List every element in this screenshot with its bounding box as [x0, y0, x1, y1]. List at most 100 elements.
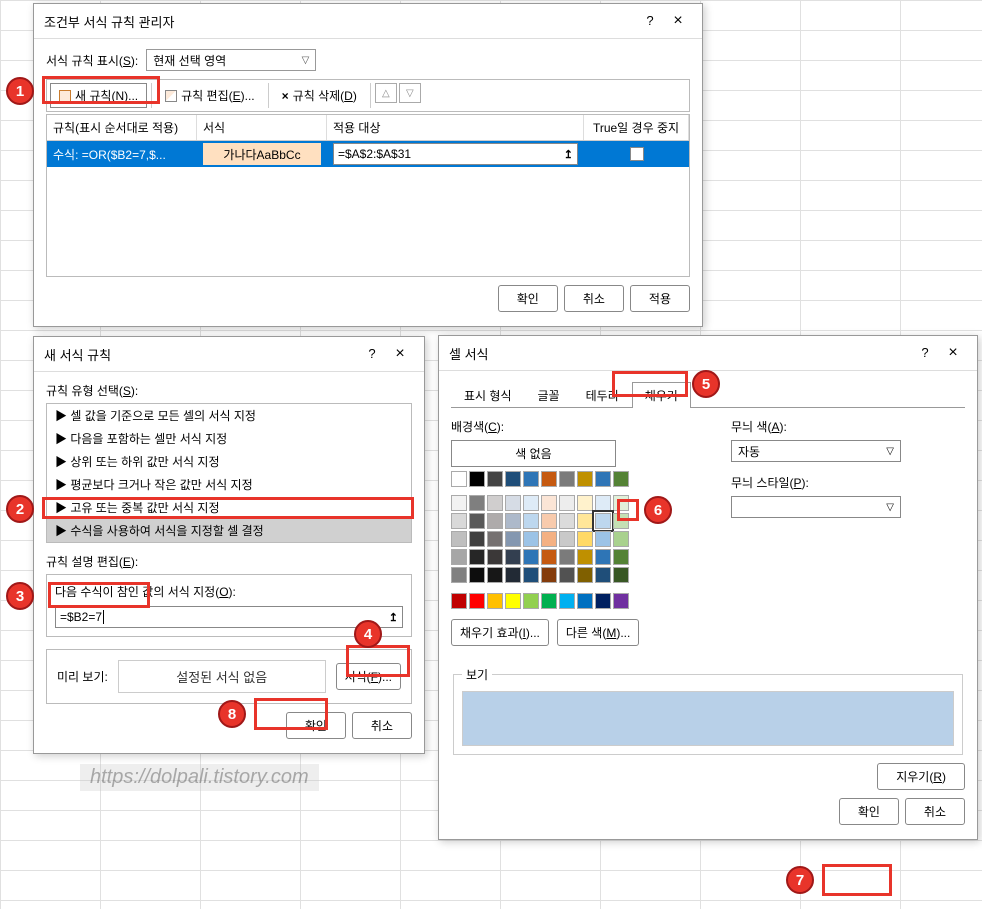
color-swatch[interactable] — [577, 471, 593, 487]
color-swatch[interactable] — [595, 549, 611, 565]
fill-effects-button[interactable]: 채우기 효과(I)... — [451, 619, 549, 646]
color-swatch[interactable] — [505, 495, 521, 511]
color-swatch[interactable] — [613, 531, 629, 547]
color-swatch[interactable] — [595, 513, 611, 529]
color-swatch[interactable] — [613, 495, 629, 511]
color-swatch[interactable] — [505, 567, 521, 583]
ok-button[interactable]: 확인 — [839, 798, 899, 825]
apply-button[interactable]: 적용 — [630, 285, 690, 312]
cancel-button[interactable]: 취소 — [352, 712, 412, 739]
close-icon[interactable]: × — [939, 342, 967, 364]
help-icon[interactable]: ? — [911, 342, 939, 364]
color-swatch[interactable] — [469, 513, 485, 529]
rule-type-item[interactable]: ▶ 셀 값을 기준으로 모든 셀의 서식 지정 — [47, 404, 411, 427]
color-swatch[interactable] — [577, 567, 593, 583]
applies-to-input[interactable]: =$A$2:$A$31 ↥ — [333, 143, 578, 165]
color-swatch[interactable] — [451, 567, 467, 583]
color-swatch[interactable] — [541, 593, 557, 609]
color-swatch[interactable] — [577, 513, 593, 529]
color-swatch[interactable] — [613, 567, 629, 583]
color-swatch[interactable] — [541, 513, 557, 529]
color-swatch[interactable] — [469, 567, 485, 583]
color-swatch[interactable] — [469, 531, 485, 547]
tab-border[interactable]: 테두리 — [573, 382, 632, 408]
color-swatch[interactable] — [487, 495, 503, 511]
scope-select[interactable]: 현재 선택 영역 ▽ — [146, 49, 316, 71]
format-button[interactable]: 서식(F)... — [336, 663, 401, 690]
rule-row[interactable]: 수식: =OR($B2=7,$... 가나다AaBbCc =$A$2:$A$31… — [47, 141, 689, 167]
color-swatch[interactable] — [559, 593, 575, 609]
color-swatch[interactable] — [451, 471, 467, 487]
tab-fill[interactable]: 채우기 — [632, 382, 691, 408]
color-swatch[interactable] — [523, 549, 539, 565]
ok-button[interactable]: 확인 — [498, 285, 558, 312]
pattern-style-select[interactable]: ▽ — [731, 496, 901, 518]
color-swatch[interactable] — [613, 593, 629, 609]
more-colors-button[interactable]: 다른 색(M)... — [557, 619, 639, 646]
color-swatch[interactable] — [487, 471, 503, 487]
color-swatch[interactable] — [487, 531, 503, 547]
tab-font[interactable]: 글꼴 — [525, 382, 573, 408]
color-swatch[interactable] — [541, 531, 557, 547]
color-swatch[interactable] — [577, 549, 593, 565]
color-swatch[interactable] — [541, 495, 557, 511]
edit-rule-button[interactable]: 규칙 편집(E)... — [156, 83, 264, 108]
rule-type-item[interactable]: ▶ 다음을 포함하는 셀만 서식 지정 — [47, 427, 411, 450]
rule-type-item-formula[interactable]: ▶ 수식을 사용하여 서식을 지정할 셀 결정 — [47, 519, 411, 542]
close-icon[interactable]: × — [386, 343, 414, 365]
color-swatch[interactable] — [487, 567, 503, 583]
color-swatch[interactable] — [523, 471, 539, 487]
color-swatch[interactable] — [487, 593, 503, 609]
stop-if-true-checkbox[interactable] — [630, 147, 644, 161]
color-swatch[interactable] — [559, 531, 575, 547]
color-swatch[interactable] — [559, 549, 575, 565]
color-swatch[interactable] — [613, 513, 629, 529]
color-swatch[interactable] — [577, 593, 593, 609]
rule-type-item[interactable]: ▶ 고유 또는 중복 값만 서식 지정 — [47, 496, 411, 519]
color-swatch[interactable] — [451, 531, 467, 547]
color-swatch[interactable] — [487, 549, 503, 565]
range-picker-icon[interactable]: ↥ — [389, 611, 398, 624]
rule-type-item[interactable]: ▶ 상위 또는 하위 값만 서식 지정 — [47, 450, 411, 473]
color-swatch[interactable] — [595, 593, 611, 609]
no-color-button[interactable]: 색 없음 — [451, 440, 616, 467]
color-swatch[interactable] — [523, 513, 539, 529]
color-swatch[interactable] — [505, 531, 521, 547]
color-swatch[interactable] — [595, 567, 611, 583]
color-swatch[interactable] — [559, 495, 575, 511]
color-swatch[interactable] — [559, 567, 575, 583]
formula-input[interactable]: =$B2=7 ↥ — [55, 606, 403, 628]
color-swatch[interactable] — [451, 549, 467, 565]
color-swatch[interactable] — [505, 471, 521, 487]
color-swatch[interactable] — [559, 513, 575, 529]
color-swatch[interactable] — [559, 471, 575, 487]
color-swatch[interactable] — [451, 495, 467, 511]
cancel-button[interactable]: 취소 — [564, 285, 624, 312]
cancel-button[interactable]: 취소 — [905, 798, 965, 825]
clear-button[interactable]: 지우기(R) — [877, 763, 965, 790]
color-swatch[interactable] — [505, 513, 521, 529]
color-swatch[interactable] — [595, 531, 611, 547]
color-swatch[interactable] — [505, 549, 521, 565]
ok-button[interactable]: 확인 — [286, 712, 346, 739]
color-swatch[interactable] — [541, 549, 557, 565]
color-swatch[interactable] — [523, 593, 539, 609]
rule-type-item[interactable]: ▶ 평균보다 크거나 작은 값만 서식 지정 — [47, 473, 411, 496]
range-picker-icon[interactable]: ↥ — [564, 148, 573, 161]
color-swatch[interactable] — [595, 471, 611, 487]
color-swatch[interactable] — [577, 495, 593, 511]
delete-rule-button[interactable]: × 규칙 삭제(D) — [273, 83, 366, 108]
color-swatch[interactable] — [451, 513, 467, 529]
color-swatch[interactable] — [469, 593, 485, 609]
color-swatch[interactable] — [523, 495, 539, 511]
color-swatch[interactable] — [487, 513, 503, 529]
tab-number[interactable]: 표시 형식 — [451, 382, 525, 408]
color-swatch[interactable] — [469, 549, 485, 565]
color-swatch[interactable] — [595, 495, 611, 511]
move-up-button[interactable]: △ — [375, 83, 397, 103]
color-swatch[interactable] — [613, 549, 629, 565]
help-icon[interactable]: ? — [358, 343, 386, 365]
pattern-color-select[interactable]: 자동 ▽ — [731, 440, 901, 462]
color-swatch[interactable] — [541, 567, 557, 583]
color-swatch[interactable] — [577, 531, 593, 547]
